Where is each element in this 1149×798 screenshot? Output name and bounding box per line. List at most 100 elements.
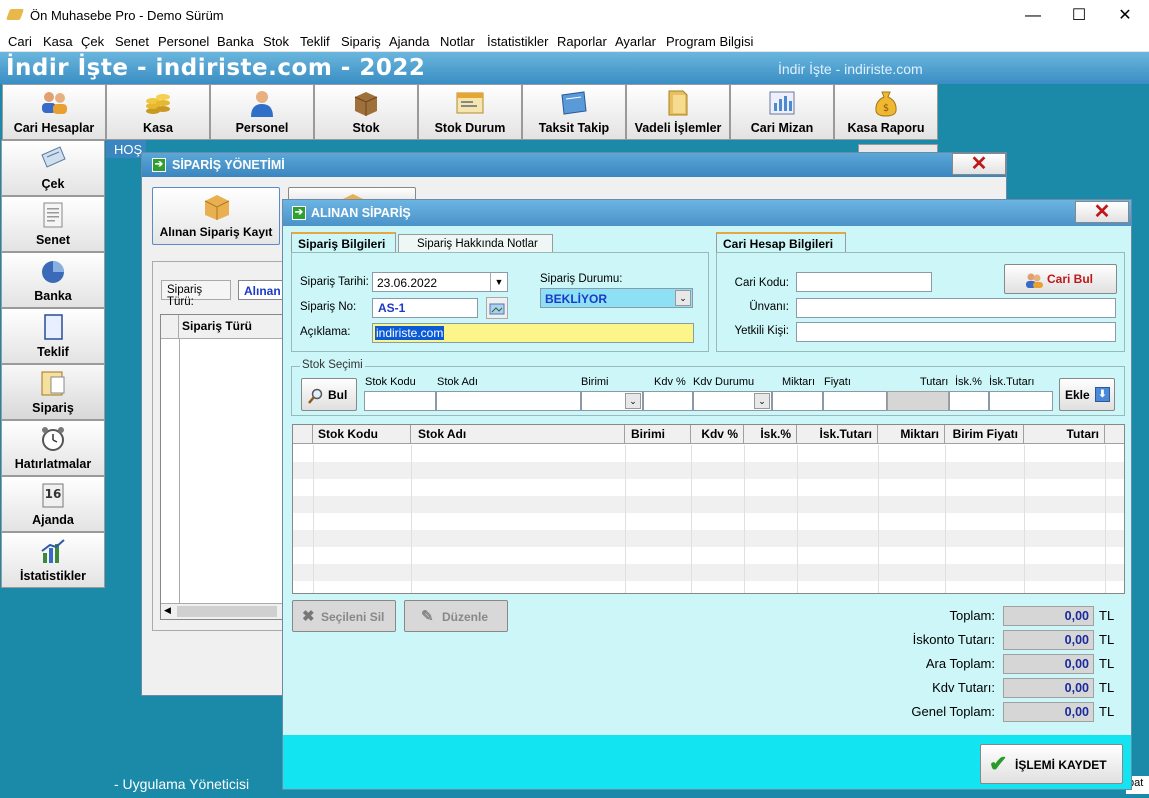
toolbar-stok-durum-button[interactable]: Stok Durum xyxy=(418,84,522,140)
secileni-sil-button[interactable]: ✖ Seçileni Sil xyxy=(292,600,396,632)
siparis-no-input[interactable]: AS-1 xyxy=(372,298,478,318)
generate-no-button[interactable] xyxy=(486,297,508,319)
toolbar-cari-mizan-button[interactable]: Cari Mizan xyxy=(730,84,834,140)
aciklama-input[interactable]: indiriste.com xyxy=(372,323,694,343)
scroll-thumb[interactable] xyxy=(177,606,277,617)
toolbar-stok-button[interactable]: Stok xyxy=(314,84,418,140)
menu-ajanda[interactable]: Ajanda xyxy=(389,34,429,49)
birimi-select[interactable]: ⌄ xyxy=(581,391,643,411)
bul-button[interactable]: Bul xyxy=(301,378,357,411)
chevron-down-icon[interactable]: ⌄ xyxy=(675,290,691,306)
tab-cari-hesap[interactable]: Cari Hesap Bilgileri xyxy=(716,232,846,252)
chevron-down-icon[interactable]: ⌄ xyxy=(625,393,641,409)
menu-siparis[interactable]: Sipariş xyxy=(341,34,381,49)
tab-siparis-notlar[interactable]: Sipariş Hakkında Notlar xyxy=(398,234,553,252)
unvan-input[interactable] xyxy=(796,298,1116,318)
duzenle-button[interactable]: ✎ Düzenle xyxy=(404,600,508,632)
scroll-left-icon[interactable]: ◀ xyxy=(164,605,171,616)
stok-adi-input[interactable] xyxy=(436,391,581,411)
close-window-button[interactable]: ✕ xyxy=(1075,201,1129,223)
toolbar-vadeli-islemler-button[interactable]: Vadeli İşlemler xyxy=(626,84,730,140)
col-isk[interactable]: İsk.% xyxy=(744,425,797,444)
close-button[interactable]: ✕ xyxy=(1102,0,1148,31)
items-grid-body[interactable] xyxy=(293,445,1124,593)
islemi-kaydet-button[interactable]: ✔ İŞLEMİ KAYDET xyxy=(980,744,1123,784)
field-label-kdv: Kdv % xyxy=(654,376,686,388)
horizontal-scrollbar[interactable]: ◀ xyxy=(161,603,287,619)
sidebar-item-istatistikler[interactable]: İstatistikler xyxy=(1,532,105,588)
stok-kodu-input[interactable] xyxy=(364,391,436,411)
close-window-button[interactable]: ✕ xyxy=(952,153,1006,175)
toolbar-kasa-button[interactable]: Kasa xyxy=(106,84,210,140)
menu-cek[interactable]: Çek xyxy=(81,34,104,49)
isk-tutari-input[interactable] xyxy=(989,391,1053,411)
menu-ayarlar[interactable]: Ayarlar xyxy=(615,34,656,49)
pie-chart-icon xyxy=(42,261,64,283)
sidebar-label: Senet xyxy=(35,233,71,247)
col-isk-tutari[interactable]: İsk.Tutarı xyxy=(797,425,878,444)
users-icon xyxy=(1026,273,1043,288)
tarih-label: Sipariş Tarihi: xyxy=(300,276,369,288)
siparis-durumu-select[interactable]: BEKLİYOR ⌄ xyxy=(540,288,693,308)
sidebar-item-hatirlatmalar[interactable]: Hatırlatmalar xyxy=(1,420,105,476)
secileni-sil-label: Seçileni Sil xyxy=(321,610,385,624)
sidebar-item-teklif[interactable]: Teklif xyxy=(1,308,105,364)
menu-kasa[interactable]: Kasa xyxy=(43,34,73,49)
window-caption: ➔ SİPARİŞ YÖNETİMİ ✕ xyxy=(142,153,1006,177)
kdv-input[interactable] xyxy=(643,391,693,411)
ekle-button[interactable]: Ekle ⬇ xyxy=(1059,378,1115,411)
sidebar-item-ajanda[interactable]: 16 Ajanda xyxy=(1,476,105,532)
sidebar-label: Ajanda xyxy=(32,513,74,527)
duzenle-label: Düzenle xyxy=(442,610,489,624)
sidebar-item-banka[interactable]: Banka xyxy=(1,252,105,308)
kdv-tutari-value: 0,00 xyxy=(1003,678,1094,698)
tab-siparis-bilgileri[interactable]: Sipariş Bilgileri xyxy=(291,232,396,252)
menu-cari[interactable]: Cari xyxy=(8,34,32,49)
toolbar-personel-button[interactable]: Personel xyxy=(210,84,314,140)
menu-senet[interactable]: Senet xyxy=(115,34,149,49)
menu-stok[interactable]: Stok xyxy=(263,34,289,49)
col-miktari[interactable]: Miktarı xyxy=(878,425,945,444)
menu-program-bilgisi[interactable]: Program Bilgisi xyxy=(666,34,753,49)
maximize-button[interactable]: ☐ xyxy=(1056,0,1102,31)
miktari-input[interactable] xyxy=(772,391,823,411)
siparis-grid[interactable]: Sipariş Türü ◀ xyxy=(160,314,287,620)
toolbar-taksit-takip-button[interactable]: Taksit Takip xyxy=(522,84,626,140)
unvan-label: Ünvanı: xyxy=(749,301,789,313)
aciklama-label: Açıklama: xyxy=(300,326,351,338)
arrow-icon: ➔ xyxy=(152,158,166,172)
kdv-durumu-select[interactable]: ⌄ xyxy=(693,391,772,411)
cari-kodu-input[interactable] xyxy=(796,272,932,292)
menu-istatistikler[interactable]: İstatistikler xyxy=(487,34,548,49)
toolbar-cari-hesaplar-button[interactable]: Cari Hesaplar xyxy=(2,84,106,140)
minimize-button[interactable]: — xyxy=(1010,0,1056,31)
fiyati-input[interactable] xyxy=(823,391,887,411)
sidebar-item-siparis[interactable]: Sipariş xyxy=(1,364,105,420)
iskonto-unit: TL xyxy=(1099,632,1115,647)
col-tutari[interactable]: Tutarı xyxy=(1024,425,1105,444)
sidebar-item-cek[interactable]: Çek xyxy=(1,140,105,196)
isk-input[interactable] xyxy=(949,391,989,411)
dropdown-arrow-icon[interactable]: ▼ xyxy=(490,273,507,291)
sidebar-label: Banka xyxy=(34,289,72,303)
col-stok-kodu[interactable]: Stok Kodu xyxy=(313,425,411,444)
col-stok-adi[interactable]: Stok Adı xyxy=(411,425,625,444)
cari-bul-button[interactable]: Cari Bul xyxy=(1004,264,1117,294)
alinan-siparis-kayit-button[interactable]: Alınan Sipariş Kayıt xyxy=(152,187,280,245)
sidebar-item-senet[interactable]: Senet xyxy=(1,196,105,252)
menu-notlar[interactable]: Notlar xyxy=(440,34,475,49)
menu-raporlar[interactable]: Raporlar xyxy=(557,34,607,49)
toolbar-kasa-raporu-button[interactable]: $ Kasa Raporu xyxy=(834,84,938,140)
siparis-turu-label: Sipariş Türü: xyxy=(161,280,231,308)
items-grid[interactable]: Stok Kodu Stok Adı Birimi Kdv % İsk.% İs… xyxy=(292,424,1125,594)
col-birimi[interactable]: Birimi xyxy=(625,425,691,444)
siparis-turu-select[interactable]: Alınan xyxy=(238,280,288,300)
col-kdv[interactable]: Kdv % xyxy=(691,425,744,444)
tarih-picker[interactable]: 23.06.2022 ▼ xyxy=(372,272,508,292)
menu-personel[interactable]: Personel xyxy=(158,34,209,49)
yetkili-input[interactable] xyxy=(796,322,1116,342)
menu-banka[interactable]: Banka xyxy=(217,34,254,49)
menu-teklif[interactable]: Teklif xyxy=(300,34,330,49)
chevron-down-icon[interactable]: ⌄ xyxy=(754,393,770,409)
col-birim-fiyati[interactable]: Birim Fiyatı xyxy=(945,425,1024,444)
